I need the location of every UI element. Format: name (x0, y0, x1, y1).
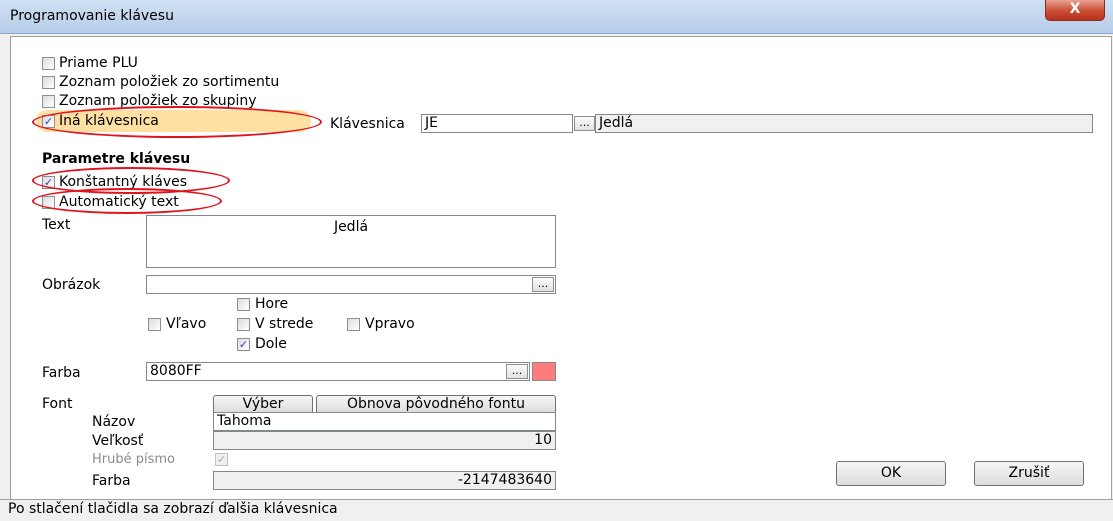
position-right-label: Vpravo (365, 316, 415, 332)
font-size-label: Veľkosť (92, 433, 144, 449)
position-bottom-checkbox[interactable] (237, 338, 250, 351)
font-size-field: 10 (213, 431, 556, 450)
text-label: Text (42, 217, 71, 233)
position-left-checkbox[interactable] (148, 318, 161, 331)
color-label: Farba (42, 365, 81, 381)
sortiment-label: Zoznam položiek zo sortimentu (59, 74, 280, 90)
keyboard-name-field: Jedlá (595, 114, 1093, 133)
parameters-heading: Parametre klávesu (42, 151, 191, 167)
color-input[interactable]: 8080FF (146, 362, 530, 381)
close-button[interactable]: X (1045, 0, 1105, 21)
sortiment-checkbox[interactable] (42, 76, 55, 89)
font-label: Font (42, 396, 73, 412)
font-color-field: -2147483640 (213, 471, 556, 490)
annotation-ellipse (32, 188, 222, 214)
position-top-label: Hore (255, 296, 289, 312)
window-title: Programovanie klávesu (10, 8, 174, 24)
klavesnica-label: Klávesnica (330, 116, 405, 132)
annotation-ellipse (32, 106, 322, 138)
image-browse-button[interactable]: ... (532, 277, 554, 292)
position-top-checkbox[interactable] (237, 298, 250, 311)
bold-label: Hrubé písmo (92, 452, 175, 467)
font-color-label: Farba (92, 473, 131, 489)
status-text: Po stlačení tlačidla sa zobrazí ďalšia k… (8, 501, 338, 517)
font-name-label: Názov (92, 414, 136, 430)
text-input[interactable]: Jedlá (146, 215, 556, 268)
position-right-checkbox[interactable] (347, 318, 360, 331)
color-browse-button[interactable]: ... (506, 364, 528, 379)
priame-plu-checkbox[interactable] (42, 57, 55, 70)
priame-plu-label: Priame PLU (59, 55, 138, 71)
bold-checkbox (215, 453, 228, 466)
keyboard-browse-button[interactable]: ... (574, 116, 595, 131)
position-left-label: Vľavo (166, 316, 207, 332)
skupina-checkbox[interactable] (42, 95, 55, 108)
image-label: Obrázok (42, 277, 101, 293)
cancel-button[interactable]: Zrušiť (974, 461, 1084, 486)
font-name-field: Tahoma (213, 412, 556, 431)
position-center-label: V strede (255, 316, 314, 332)
keyboard-code-input[interactable]: JE (421, 114, 573, 133)
close-icon: X (1069, 1, 1081, 17)
position-center-checkbox[interactable] (237, 318, 250, 331)
color-swatch[interactable] (532, 362, 556, 381)
image-input[interactable] (146, 275, 556, 294)
ok-button[interactable]: OK (836, 461, 946, 486)
position-bottom-label: Dole (255, 336, 287, 352)
